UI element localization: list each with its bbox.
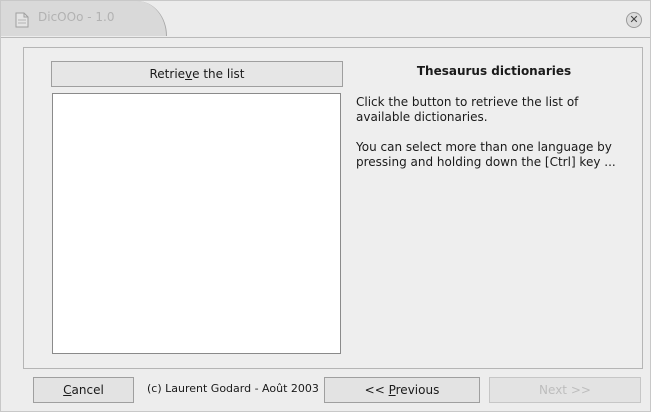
previous-label-start: << [364,383,389,397]
previous-label-accel: P [388,383,396,397]
retrieve-list-button[interactable]: Retrieve the list [51,61,343,87]
previous-button[interactable]: << Previous [324,377,480,403]
title-tab[interactable]: DicOOo - 1.0 [1,1,167,36]
info-paragraph-multiselect: You can select more than one language by… [356,140,616,169]
dictionary-list[interactable] [52,93,341,354]
info-text: Click the button to retrieve the list of… [356,95,634,185]
info-title: Thesaurus dictionaries [416,64,572,78]
retrieve-label-start: Retrie [149,67,186,81]
previous-label-end: revious [395,383,440,397]
copyright-text: (c) Laurent Godard - Août 2003 [147,382,319,395]
window-title: DicOOo - 1.0 [38,10,115,24]
cancel-label-rest: ancel [71,383,104,397]
cancel-label-accel: C [63,383,72,397]
next-button[interactable]: Next >> [489,377,641,403]
document-icon [15,12,29,28]
dicooo-window: DicOOo - 1.0 ✕ Retrieve the list Thesaur… [0,0,651,412]
retrieve-label-end: e the list [192,67,245,81]
title-bar[interactable]: DicOOo - 1.0 ✕ [1,1,650,38]
cancel-button[interactable]: Cancel [33,377,134,403]
close-icon[interactable]: ✕ [626,12,642,28]
info-paragraph-retrieve: Click the button to retrieve the list of… [356,95,579,124]
